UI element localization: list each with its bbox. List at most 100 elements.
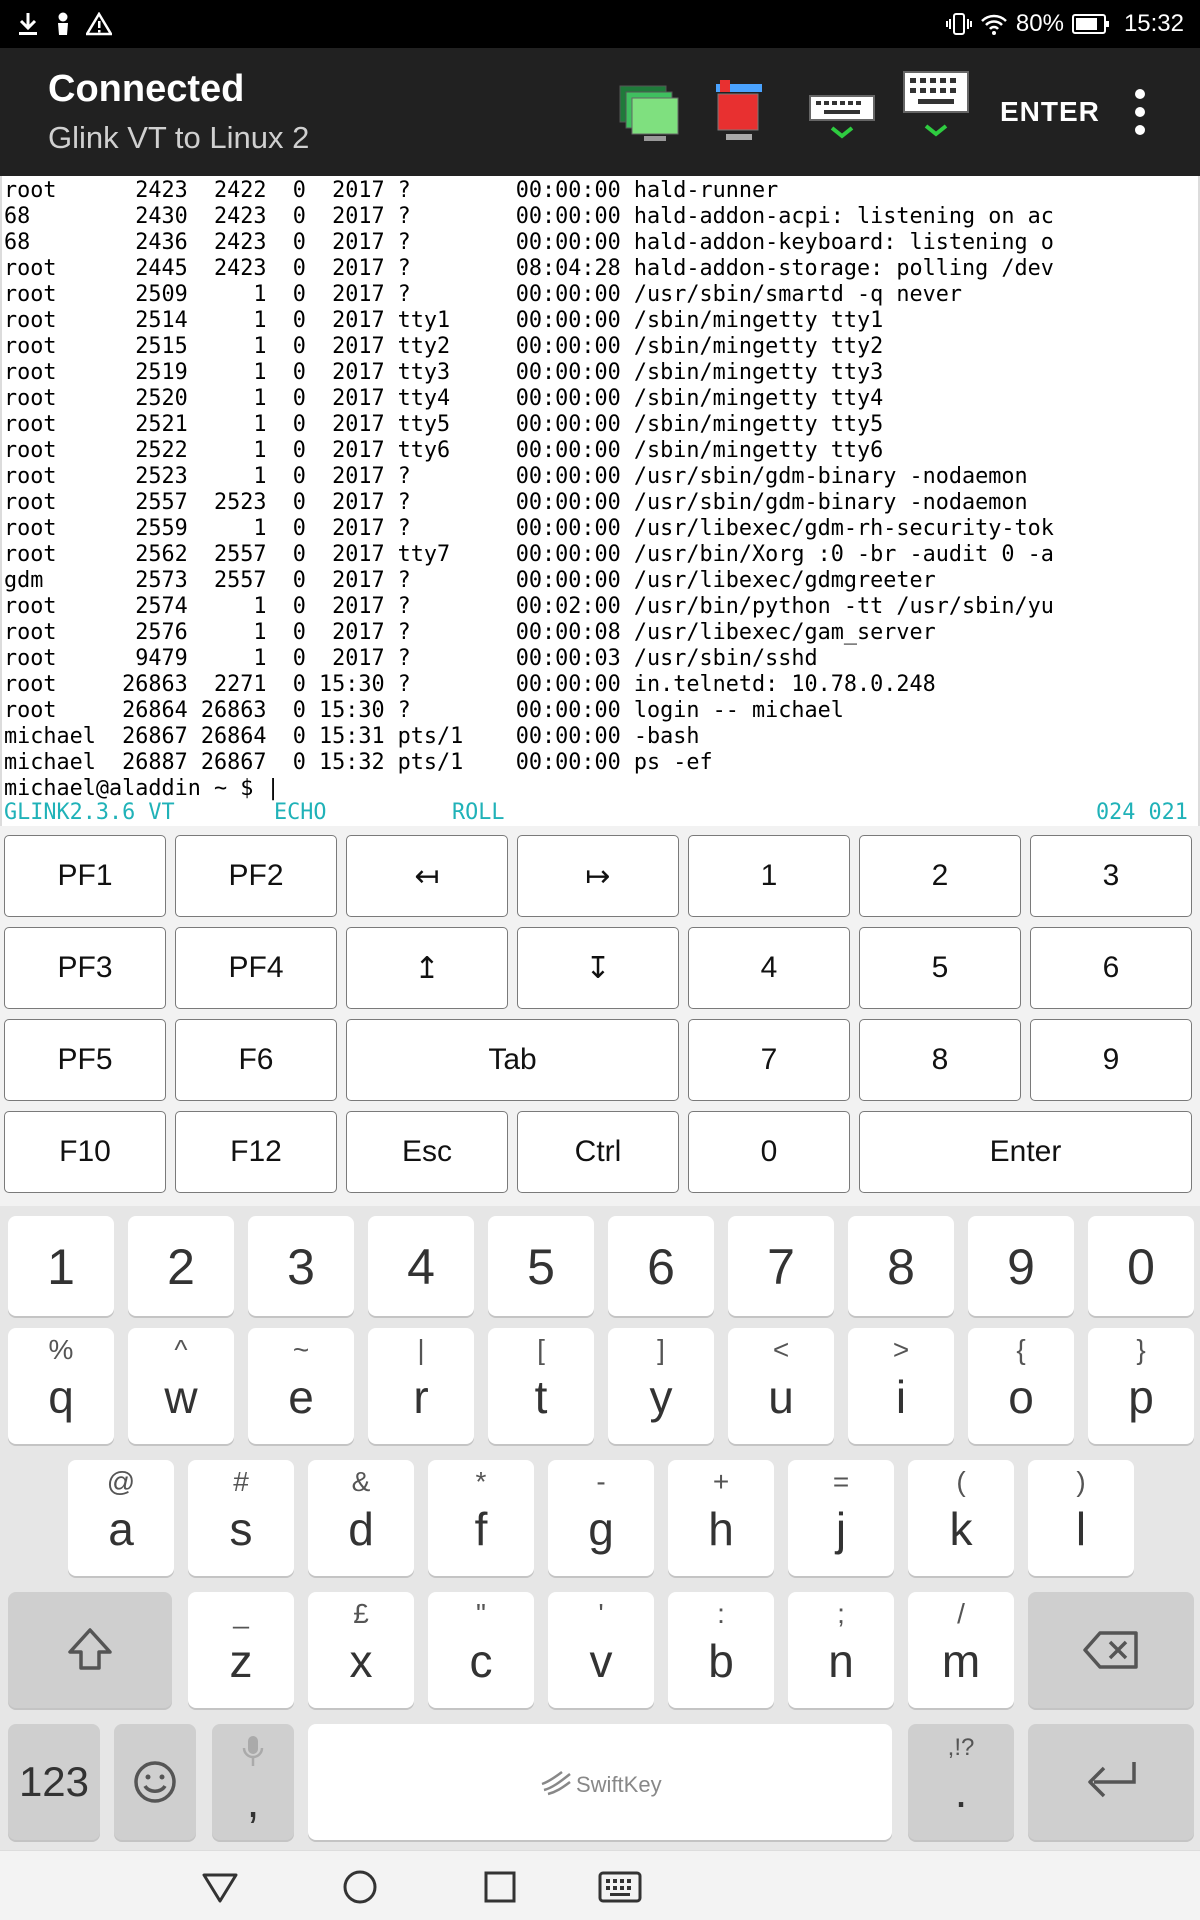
key-a[interactable]: @ a	[68, 1460, 174, 1576]
key-v[interactable]: ' v	[548, 1592, 654, 1708]
back-icon[interactable]	[196, 1863, 244, 1911]
numpad-2-key[interactable]: 2	[859, 835, 1021, 917]
ctrl-key[interactable]: Ctrl	[517, 1111, 679, 1193]
key-c[interactable]: " c	[428, 1592, 534, 1708]
pf5-key[interactable]: PF5	[4, 1019, 166, 1101]
return-key[interactable]	[1028, 1724, 1194, 1840]
keyboard-hide-icon[interactable]	[806, 76, 878, 148]
key-5[interactable]: 5	[488, 1216, 594, 1316]
key-d[interactable]: & d	[308, 1460, 414, 1576]
key-r[interactable]: | r	[368, 1328, 474, 1444]
comma-key[interactable]: ,	[212, 1724, 294, 1840]
key-k[interactable]: (k	[908, 1460, 1014, 1576]
key-1[interactable]: 1	[8, 1216, 114, 1316]
backspace-key[interactable]	[1028, 1592, 1194, 1708]
key-sublabel: @	[106, 1466, 136, 1497]
numpad-6-key[interactable]: 6	[1030, 927, 1192, 1009]
key-h[interactable]: + h	[668, 1460, 774, 1576]
tab-key[interactable]: Tab	[346, 1019, 679, 1101]
key-f[interactable]: * f	[428, 1460, 534, 1576]
key-e[interactable]: ~ e	[248, 1328, 354, 1444]
f6-key[interactable]: F6	[175, 1019, 337, 1101]
key-label: k	[949, 1503, 973, 1555]
key-9[interactable]: 9	[968, 1216, 1074, 1316]
key-n[interactable]: ; n	[788, 1592, 894, 1708]
pf3-key[interactable]: PF3	[4, 927, 166, 1009]
f10-key[interactable]: F10	[4, 1111, 166, 1193]
numbers-key[interactable]: 123	[8, 1724, 100, 1840]
numpad-3-key[interactable]: 3	[1030, 835, 1192, 917]
key-o[interactable]: {o	[968, 1328, 1074, 1444]
key-label: m	[941, 1635, 981, 1687]
key-sublabel: )	[1076, 1466, 1086, 1497]
key-i[interactable]: > i	[848, 1328, 954, 1444]
right-arrow-key[interactable]: ↦	[517, 835, 679, 917]
numpad-9-key[interactable]: 9	[1030, 1019, 1192, 1101]
pf1-key[interactable]: PF1	[4, 835, 166, 917]
key-label: q	[48, 1371, 74, 1423]
key-label: 8	[887, 1239, 915, 1295]
emoji-key[interactable]	[114, 1724, 196, 1840]
cursor-position: 024 021	[1096, 800, 1188, 825]
key-6[interactable]: 6	[608, 1216, 714, 1316]
pf2-key[interactable]: PF2	[175, 835, 337, 917]
numpad-0-key[interactable]: 0	[688, 1111, 850, 1193]
down-arrow-key[interactable]: ↧	[517, 927, 679, 1009]
key-x[interactable]: £ x	[308, 1592, 414, 1708]
numpad-8-key[interactable]: 8	[859, 1019, 1021, 1101]
key-j[interactable]: = j	[788, 1460, 894, 1576]
key-sublabel: ,!?	[947, 1734, 975, 1761]
key-8[interactable]: 8	[848, 1216, 954, 1316]
key-l[interactable]: ) l	[1028, 1460, 1134, 1576]
up-arrow-key[interactable]: ↥	[346, 927, 508, 1009]
terminal-prompt: michael@aladdin ~ $ |	[4, 776, 280, 801]
disconnect-icon[interactable]	[706, 76, 778, 148]
terminal-line: 68 2430 2423 0 2017 ? 00:00:00 hald-addo…	[4, 204, 1054, 229]
key-y[interactable]: ] y	[608, 1328, 714, 1444]
numpad-7-key[interactable]: 7	[688, 1019, 850, 1101]
period-key[interactable]: ,!? .	[908, 1724, 1014, 1840]
key-q[interactable]: % q	[8, 1328, 114, 1444]
numpad-4-key[interactable]: 4	[688, 927, 850, 1009]
keyboard-switch-icon[interactable]	[596, 1863, 644, 1911]
key-m[interactable]: / m	[908, 1592, 1014, 1708]
f12-key[interactable]: F12	[175, 1111, 337, 1193]
swiftkey-logo-icon	[541, 1770, 571, 1796]
shift-key[interactable]	[8, 1592, 172, 1708]
key-z[interactable]: _ z	[188, 1592, 294, 1708]
key-label: 6	[647, 1239, 675, 1295]
key-0[interactable]: 0	[1088, 1216, 1194, 1316]
key-label: g	[588, 1503, 614, 1555]
key-b[interactable]: :b	[668, 1592, 774, 1708]
key-t[interactable]: [t	[488, 1328, 594, 1444]
key-u[interactable]: < u	[728, 1328, 834, 1444]
vibrate-icon	[945, 11, 972, 37]
recents-icon[interactable]	[476, 1863, 524, 1911]
key-s[interactable]: # s	[188, 1460, 294, 1576]
return-icon	[1088, 1762, 1136, 1798]
keyboard-show-icon[interactable]	[900, 68, 972, 140]
home-icon[interactable]	[336, 1863, 384, 1911]
numpad-5-key[interactable]: 5	[859, 927, 1021, 1009]
key-3[interactable]: 3	[248, 1216, 354, 1316]
key-g[interactable]: -g	[548, 1460, 654, 1576]
pf4-key[interactable]: PF4	[175, 927, 337, 1009]
more-vert-icon[interactable]	[1124, 84, 1156, 140]
key-sublabel: :	[717, 1598, 725, 1629]
sessions-icon[interactable]	[614, 76, 686, 148]
key-p[interactable]: } p	[1088, 1328, 1194, 1444]
left-arrow-key[interactable]: ↤	[346, 835, 508, 917]
enter-button[interactable]: ENTER	[1000, 96, 1100, 128]
esc-key[interactable]: Esc	[346, 1111, 508, 1193]
key-w[interactable]: ^ w	[128, 1328, 234, 1444]
space-bar[interactable]: SwiftKey	[308, 1724, 892, 1840]
terminal-screen[interactable]: root 2423 2422 0 2017 ? 00:00:00 hald-ru…	[0, 176, 1200, 826]
key-4[interactable]: 4	[368, 1216, 474, 1316]
terminal-line: gdm 2573 2557 0 2017 ? 00:00:00 /usr/lib…	[4, 568, 936, 593]
key-2[interactable]: 2	[128, 1216, 234, 1316]
terminal-enter-key[interactable]: Enter	[859, 1111, 1192, 1193]
key-sublabel: ;	[837, 1598, 845, 1629]
key-label: 9	[1007, 1239, 1035, 1295]
numpad-1-key[interactable]: 1	[688, 835, 850, 917]
key-7[interactable]: 7	[728, 1216, 834, 1316]
